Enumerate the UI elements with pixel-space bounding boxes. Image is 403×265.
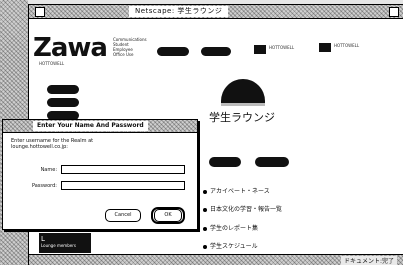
menu-item[interactable]: アカイベート・ネース [203,186,270,195]
page-heading: 学生ラウンジ [209,111,275,124]
bullet-icon [203,207,207,212]
dialog-prompt: Enter username for the Realm at lounge.h… [11,138,94,150]
bullet-icon [203,189,207,194]
ok-button[interactable]: OK [154,209,182,222]
name-field[interactable] [61,165,185,174]
password-field[interactable] [61,181,185,190]
status-bar: ドキュメント:完了 [29,254,403,265]
bullet-icon [203,226,207,231]
photo-strip-caption: Lounge members [41,243,76,248]
top-links: Communications Student Employee Office U… [113,37,147,57]
photo-strip-letter: L [41,235,45,243]
password-label: Password: [31,183,57,189]
menu-item[interactable]: 学生のレポート集 [203,223,258,232]
chip-label[interactable]: HOTTOWELL [269,45,294,50]
menu-item[interactable]: 学生スケジュール [203,241,258,250]
menu-item[interactable]: 日本文化の学習・報告一覧 [203,204,282,213]
window-title: Netscape: 学生ラウンジ [129,6,229,17]
nav-pill-button[interactable] [157,47,189,56]
site-logo[interactable]: Zawa [33,35,108,61]
side-nav-button[interactable] [47,98,79,107]
lounge-dome-graphic [221,79,265,106]
tab-button[interactable] [209,157,241,167]
chip-label[interactable]: HOTTOWELL [334,43,359,48]
logo-tagline: HOTTOWELL [39,61,65,66]
chip-icon [319,43,331,52]
close-box[interactable] [35,7,45,17]
dialog-title-bar[interactable]: Enter Your Name And Password [3,120,197,133]
chip-icon [254,45,266,54]
side-nav-button[interactable] [47,85,79,94]
name-label: Name: [40,167,57,173]
top-link[interactable]: Office Use [113,52,147,57]
bullet-icon [203,244,207,249]
dialog-title: Enter Your Name And Password [33,121,148,131]
tab-button[interactable] [255,157,289,167]
window-title-bar[interactable]: Netscape: 学生ラウンジ [29,5,403,19]
nav-pill-button[interactable] [201,47,231,56]
status-text: ドキュメント:完了 [340,256,397,265]
zoom-box[interactable] [389,7,399,17]
photo-strip[interactable]: L Lounge members [39,233,91,253]
login-dialog: Enter Your Name And Password Enter usern… [2,119,198,230]
cancel-button[interactable]: Cancel [105,209,141,222]
